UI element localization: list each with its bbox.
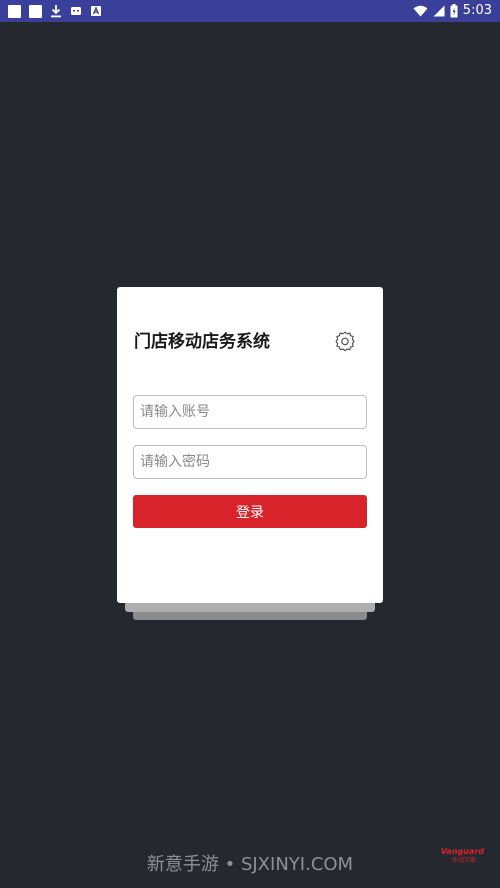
watermark-text: 新意手游 • SJXINYI.COM bbox=[146, 854, 354, 875]
sd-card-icon bbox=[71, 7, 81, 15]
app-title: 门店移动店务系统 bbox=[134, 332, 270, 352]
account-field[interactable] bbox=[133, 395, 367, 429]
status-bar-notifications bbox=[8, 3, 102, 19]
notification-square-icon bbox=[29, 4, 42, 18]
brand-subtitle: 华润万家 bbox=[451, 857, 476, 864]
account-input[interactable] bbox=[134, 396, 366, 428]
brand-name: Vanguard bbox=[440, 847, 484, 856]
brand-logo: Vanguard 华润万家 bbox=[428, 847, 484, 865]
login-button[interactable]: 登录 bbox=[133, 495, 367, 528]
settings-button[interactable] bbox=[334, 330, 356, 352]
password-field[interactable] bbox=[133, 445, 367, 479]
notification-square-icon bbox=[8, 4, 21, 18]
login-card: 门店移动店务系统 登录 bbox=[117, 287, 383, 603]
status-bar: 5:03 bbox=[0, 0, 500, 22]
download-icon bbox=[51, 5, 61, 18]
wifi-icon bbox=[413, 5, 428, 17]
status-time: 5:03 bbox=[462, 3, 492, 18]
password-input[interactable] bbox=[134, 446, 366, 478]
cell-signal-icon bbox=[433, 5, 445, 17]
status-bar-system: 5:03 bbox=[413, 2, 492, 20]
a-icon bbox=[91, 6, 101, 16]
battery-charging-icon bbox=[450, 4, 458, 18]
gear-icon bbox=[335, 331, 355, 352]
